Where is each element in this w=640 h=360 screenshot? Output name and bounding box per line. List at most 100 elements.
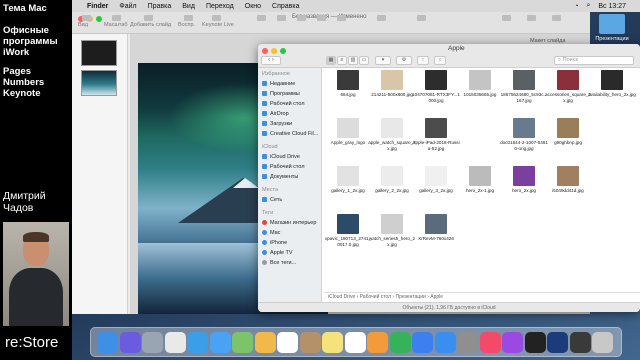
back-icon[interactable]: ‹ <box>268 57 270 63</box>
gallery-view-button[interactable]: ▭ <box>359 56 369 65</box>
settings-icon[interactable] <box>457 332 478 353</box>
finder-close-button[interactable] <box>262 48 268 54</box>
file-item[interactable]: gallery_2_2x.jpg <box>368 166 416 210</box>
media-icon[interactable] <box>337 15 346 21</box>
path-segment[interactable]: Рабочий стол <box>360 294 391 300</box>
finder-zoom-button[interactable] <box>280 48 286 54</box>
sidebar-item-recents[interactable]: Недавние <box>262 79 322 88</box>
file-item[interactable]: XrRevM-760x426 <box>412 214 460 258</box>
app-store-icon[interactable] <box>434 332 456 353</box>
slide-thumbnail-1[interactable] <box>81 40 117 66</box>
toolbar-keynote-live[interactable]: Keynote Live <box>202 22 234 28</box>
chrome-icon[interactable] <box>164 332 186 353</box>
toolbar-add-slide[interactable]: Добавить слайд <box>130 22 171 28</box>
sidebar-tag-mac[interactable]: Mac <box>262 228 322 237</box>
sidebar-item-documents[interactable]: Документы <box>262 172 322 181</box>
calendar-icon[interactable] <box>277 332 298 353</box>
file-item[interactable]: i5049dd41d.jpg <box>544 166 592 210</box>
sidebar-item-desktop[interactable]: Рабочий стол <box>262 99 322 108</box>
file-item[interactable]: apple_watch_square_2x.jpg <box>368 118 416 162</box>
tv-icon[interactable] <box>524 332 546 353</box>
menu-go[interactable]: Переход <box>206 3 234 10</box>
trash-icon[interactable] <box>592 332 613 353</box>
comment-icon[interactable] <box>377 15 386 21</box>
file-item[interactable]: gallery_3_2x.jpg <box>412 166 460 210</box>
desktop-folder[interactable]: Презентации <box>590 14 634 48</box>
sidebar-item-icloud-desktop[interactable]: Рабочий стол <box>262 162 322 171</box>
file-item[interactable]: accessories_square_2x.jpg <box>544 70 592 114</box>
sidebar-item-icloud-drive[interactable]: iCloud Drive <box>262 152 322 161</box>
menu-finder[interactable]: Finder <box>87 3 108 10</box>
list-view-button[interactable]: ≡ <box>337 56 347 65</box>
file-item[interactable]: watch_series5_hero_2x.jpg <box>368 214 416 258</box>
zoom-button[interactable] <box>96 16 102 22</box>
spotlight-icon[interactable]: ⌕ <box>586 2 590 10</box>
sidebar-item-applications[interactable]: Программы <box>262 89 322 98</box>
share-icon[interactable] <box>417 15 426 21</box>
contacts-icon[interactable] <box>299 332 321 353</box>
menu-help[interactable]: Справка <box>272 3 299 10</box>
quicktime-icon[interactable] <box>569 332 591 353</box>
keynote-icon[interactable] <box>412 332 433 353</box>
menu-window[interactable]: Окно <box>245 3 261 10</box>
tag-button[interactable]: ○ <box>434 56 446 65</box>
play-icon[interactable] <box>184 15 193 21</box>
music-icon[interactable] <box>479 332 501 353</box>
add-slide-icon[interactable] <box>144 15 153 21</box>
file-item[interactable]: availability_hero_2x.jpg <box>588 70 636 114</box>
toolbar-view[interactable]: Вид <box>78 22 88 28</box>
path-segment[interactable]: iCloud Drive <box>328 294 355 300</box>
share-button[interactable]: ↑ <box>417 56 429 65</box>
sidebar-item-airdrop[interactable]: AirDrop <box>262 109 322 118</box>
file-item[interactable]: 1015035665.jpg <box>456 70 504 114</box>
launchpad-icon[interactable] <box>142 332 163 353</box>
menu-clock[interactable]: Вс 13:27 <box>598 3 626 10</box>
file-item[interactable]: Apple_gray_logo <box>324 118 372 162</box>
file-item[interactable]: gallery_1_2x.jpg <box>324 166 372 210</box>
mail-icon[interactable] <box>209 332 231 353</box>
file-item[interactable]: vpavic_180713_2741_0017.0.jpg <box>324 214 372 258</box>
notes-icon[interactable] <box>322 332 343 353</box>
path-segment[interactable]: Apple <box>430 294 443 300</box>
view-icon[interactable] <box>82 15 91 21</box>
reminders-icon[interactable] <box>344 332 366 353</box>
pages-icon[interactable] <box>367 332 388 353</box>
search-field[interactable]: ⌕ Поиск <box>554 56 634 65</box>
menu-file[interactable]: Файл <box>119 3 136 10</box>
column-view-button[interactable]: ▥ <box>348 56 358 65</box>
safari-icon[interactable] <box>187 332 208 353</box>
file-item[interactable]: 104707081-RTX3FY...1000.jpg <box>412 70 460 114</box>
numbers-icon[interactable] <box>389 332 411 353</box>
sidebar-item-network[interactable]: Сеть <box>262 195 322 204</box>
file-item[interactable]: 18675624680_5c93c...167.jpg <box>500 70 548 114</box>
file-item[interactable]: Apple-iPad-2018-Russia-52.jpg <box>412 118 460 162</box>
forward-icon[interactable]: › <box>272 57 274 63</box>
finder-minimize-button[interactable] <box>271 48 277 54</box>
document-icon[interactable] <box>552 15 561 21</box>
maps-icon[interactable] <box>232 332 253 353</box>
toolbar-play[interactable]: Воспр. <box>178 22 195 28</box>
file-item[interactable]: hero_2x-1.jpg <box>456 166 504 210</box>
shape-icon[interactable] <box>317 15 326 21</box>
table-icon[interactable] <box>257 15 266 21</box>
wifi-icon[interactable]: ◔ <box>574 3 578 10</box>
finder-icon[interactable] <box>97 332 118 353</box>
file-item[interactable]: g90ghbnp.jpg <box>544 118 592 162</box>
sidebar-tag-appletv[interactable]: Apple TV <box>262 248 322 257</box>
icon-view-button[interactable]: ▦ <box>326 56 336 65</box>
sidebar-tag-all[interactable]: Все теги... <box>262 258 322 267</box>
file-item[interactable]: 214211-800x800.jpg <box>368 70 416 114</box>
back-forward-buttons[interactable]: ‹ › <box>261 56 281 65</box>
file-item[interactable]: hero_2x.jpg <box>500 166 548 210</box>
sidebar-tag-iphone[interactable]: iPhone <box>262 238 322 247</box>
sidebar-item-downloads[interactable]: Загрузки <box>262 119 322 128</box>
group-button[interactable]: ▾ <box>375 56 391 65</box>
chart-icon[interactable] <box>277 15 286 21</box>
file-item[interactable]: doc01644-2-1007-64610-orig.jpg <box>500 118 548 162</box>
action-button[interactable]: ⚙ <box>396 56 412 65</box>
photos-icon[interactable] <box>254 332 276 353</box>
menu-view[interactable]: Вид <box>182 3 195 10</box>
zoom-icon[interactable] <box>112 15 121 21</box>
siri-icon[interactable] <box>119 332 141 353</box>
sidebar-tag-shop[interactable]: Магазин интерьер <box>262 218 322 227</box>
